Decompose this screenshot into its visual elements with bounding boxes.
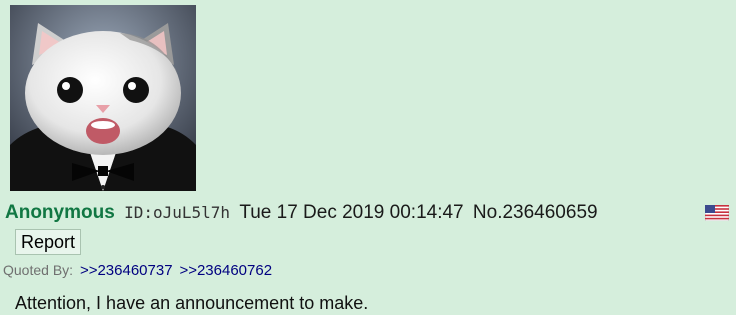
post-date: Tue 17 Dec 2019 00:14:47 bbox=[239, 202, 464, 223]
reply-post: Anonymous ID:oJuL5l7h Tue 17 Dec 2019 00… bbox=[0, 0, 736, 315]
us-flag-icon bbox=[705, 205, 729, 221]
poster-id[interactable]: ID:oJuL5l7h bbox=[124, 203, 230, 222]
quote-backlink[interactable]: >>236460762 bbox=[179, 262, 272, 279]
report-button[interactable]: Report bbox=[15, 229, 82, 255]
post-image-thumbnail[interactable] bbox=[10, 5, 196, 191]
quote-backlink[interactable]: >>236460737 bbox=[80, 262, 173, 279]
post-header: Anonymous ID:oJuL5l7h Tue 17 Dec 2019 00… bbox=[5, 200, 598, 226]
post-message: Attention, I have an announcement to mak… bbox=[15, 293, 369, 313]
quoted-by-section: Quoted By: >>236460737 >>236460762 bbox=[3, 261, 272, 280]
poster-name: Anonymous bbox=[5, 202, 115, 223]
quoted-by-label: Quoted By: bbox=[3, 262, 74, 278]
post-number-link[interactable]: No.236460659 bbox=[473, 202, 598, 223]
